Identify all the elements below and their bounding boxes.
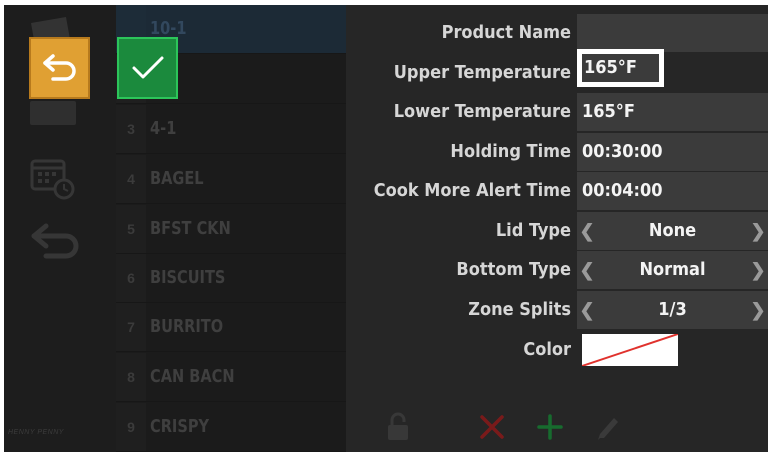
back-arrow-icon [28,220,84,265]
zone-splits-selector: ❮ 1/3 ❯ [577,291,768,329]
bottom-type-value: Normal [639,259,706,280]
product-name-field[interactable] [577,14,768,52]
add-button[interactable] [530,405,570,449]
cook-more-alert-time-field[interactable]: 00:04:00 [577,172,768,210]
list-item-name: BFST CKN [150,218,231,239]
list-item-number: 4 [116,155,146,203]
undo-icon [42,54,76,81]
chevron-left-icon[interactable]: ❮ [579,291,595,329]
zone-splits-value: 1/3 [658,299,687,320]
chevron-right-icon[interactable]: ❯ [750,212,766,250]
lower-temperature-label: Lower Temperature [393,101,571,122]
pencil-icon [598,418,618,440]
color-label: Color [523,339,571,360]
list-item-name: BURRITO [150,316,224,337]
bottom-type-selector: ❮ Normal ❯ [577,251,768,289]
screen: HENNY PENNY 10-1 3 4-1 4 BAGEL 5 BFST CK… [4,5,768,452]
lid-type-value: None [648,220,697,241]
lid-type-selector: ❮ None ❯ [577,212,768,250]
list-item-number: 6 [116,254,146,302]
brand-logo: HENNY PENNY [8,429,64,436]
lower-temperature-field[interactable]: 165°F [577,93,768,131]
calendar-clock-icon [30,155,76,206]
bottom-type-label: Bottom Type [456,259,571,280]
list-item-name: BAGEL [150,168,204,189]
delete-button[interactable] [472,405,512,449]
holding-time-value: 00:30:00 [582,141,663,162]
upper-temperature-label: Upper Temperature [393,62,571,83]
lid-type-label: Lid Type [495,220,571,241]
list-item-number: 7 [116,303,146,351]
color-swatch[interactable] [582,334,678,366]
list-item[interactable]: 9 CRISPY [116,403,346,452]
list-item[interactable]: 7 BURRITO [116,303,346,352]
lock-button[interactable] [378,405,418,449]
product-name-label: Product Name [441,22,571,43]
undo-button[interactable] [29,37,90,99]
holding-time-field[interactable]: 00:30:00 [577,133,768,171]
list-item-number: 8 [116,353,146,401]
list-item-name: CAN BACN [150,366,235,387]
list-item-name: CRISPY [150,416,210,437]
confirm-button[interactable] [117,37,178,99]
holding-time-label: Holding Time [450,141,571,162]
upper-temperature-value: 165°F [584,57,637,78]
checkmark-icon [132,56,163,79]
list-item[interactable]: 5 BFST CKN [116,205,346,254]
chevron-right-icon[interactable]: ❯ [750,291,766,329]
chevron-left-icon[interactable]: ❮ [579,251,595,289]
list-item-name: 4-1 [150,118,177,139]
upper-temperature-field[interactable]: 165°F [577,49,664,87]
list-item-number: 9 [116,403,146,451]
cook-more-alert-time-value: 00:04:00 [582,180,663,201]
list-item[interactable]: 6 BISCUITS [116,254,346,303]
list-item[interactable]: 8 CAN BACN [116,353,346,402]
list-item-number: 3 [116,105,146,153]
edit-button[interactable] [588,405,628,449]
list-item-number: 5 [116,205,146,253]
list-item[interactable]: 3 4-1 [116,105,346,154]
cook-more-alert-time-label: Cook More Alert Time [373,180,571,201]
chevron-right-icon[interactable]: ❯ [750,251,766,289]
lower-temperature-value: 165°F [582,101,635,122]
close-icon [480,415,504,439]
no-color-slash-icon [582,334,678,366]
lock-icon [388,412,408,440]
chevron-left-icon[interactable]: ❮ [579,212,595,250]
list-item-name: BISCUITS [150,267,226,288]
zone-splits-label: Zone Splits [468,299,571,320]
list-item[interactable]: 4 BAGEL [116,155,346,204]
menu-card-icon [30,101,76,132]
plus-icon [537,414,563,440]
